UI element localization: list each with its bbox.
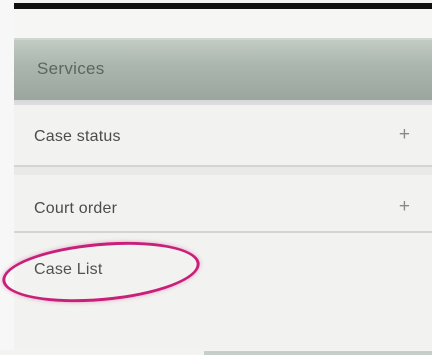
page-left-edge <box>0 0 14 350</box>
menu-item-label: Court order <box>34 200 118 217</box>
bottom-divider-line <box>204 351 432 355</box>
plus-icon[interactable]: + <box>399 124 410 146</box>
highlight-annotation <box>0 234 203 310</box>
menu-item-case-list[interactable]: Case List <box>0 233 432 350</box>
plus-icon[interactable]: + <box>399 196 410 218</box>
menu-item-label: Case status <box>34 128 121 145</box>
top-spacing-area <box>14 9 432 38</box>
section-title: Services <box>37 59 105 78</box>
services-menu: Services Case status + Court order + Cas… <box>0 38 432 355</box>
services-section-header: Services <box>14 38 432 102</box>
menu-item-case-status[interactable]: Case status + <box>14 102 432 167</box>
menu-item-court-order[interactable]: Court order + <box>14 167 432 233</box>
